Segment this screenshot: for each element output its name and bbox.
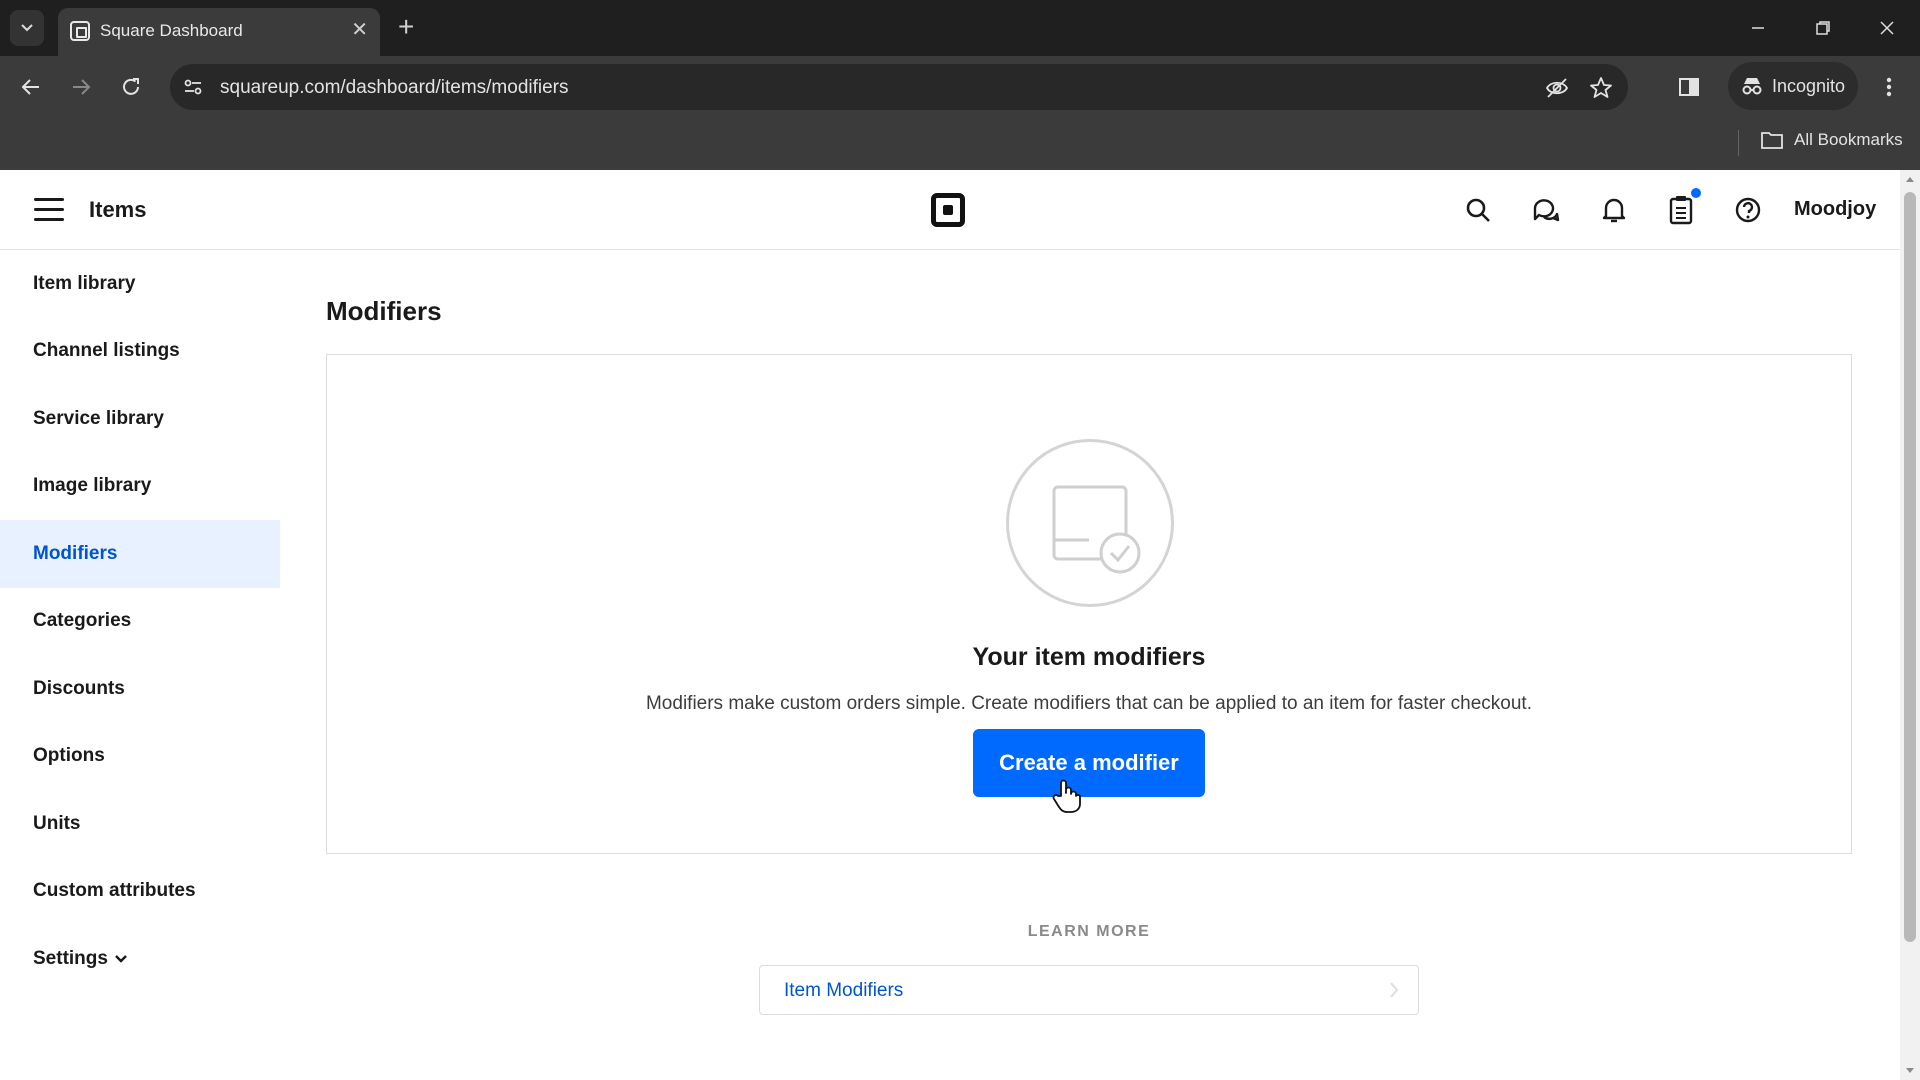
all-bookmarks-label: All Bookmarks <box>1794 130 1903 149</box>
site-settings-icon[interactable] <box>182 76 204 103</box>
empty-state-card: Your item modifiers Modifiers make custo… <box>326 354 1852 854</box>
help-icon[interactable] <box>1732 194 1764 226</box>
back-button[interactable] <box>14 70 48 104</box>
chevron-down-icon <box>21 24 33 32</box>
notification-dot <box>1691 188 1701 198</box>
restore-button[interactable] <box>1800 10 1846 46</box>
clipboard-icon[interactable] <box>1665 188 1701 226</box>
sidebar-item-categories[interactable]: Categories <box>0 588 280 656</box>
scroll-up-icon[interactable] <box>1905 175 1915 183</box>
tab-title: Square Dashboard <box>100 21 243 40</box>
arrow-right-icon <box>73 79 91 95</box>
settings-label: Settings <box>33 947 108 969</box>
sidebar-item-options[interactable]: Options <box>0 723 280 791</box>
sidebar-item-modifiers[interactable]: Modifiers <box>0 520 280 588</box>
square-favicon-icon <box>70 21 90 41</box>
app-header: Items Moodjoy <box>0 170 1900 250</box>
page-title: Modifiers <box>326 296 442 326</box>
incognito-indicator[interactable]: Incognito <box>1728 62 1858 110</box>
chevron-right-icon <box>1390 982 1399 998</box>
browser-tab[interactable]: Square Dashboard ✕ <box>58 8 380 56</box>
sidebar: Item library Channel listings Service li… <box>0 250 280 993</box>
side-panel-button[interactable] <box>1672 70 1706 104</box>
create-modifier-button[interactable]: Create a modifier <box>973 729 1205 797</box>
hand-cursor-icon <box>1052 779 1081 813</box>
restore-icon <box>1816 21 1830 35</box>
minimize-button[interactable] <box>1735 10 1781 46</box>
arrow-left-icon <box>21 79 39 95</box>
bookmarks-divider <box>1738 130 1739 156</box>
minimize-icon <box>1752 27 1764 29</box>
sidebar-item-custom-attributes[interactable]: Custom attributes <box>0 858 280 926</box>
incognito-icon <box>1742 78 1762 95</box>
learn-more-link-item-modifiers[interactable]: Item Modifiers <box>759 965 1419 1015</box>
empty-state-description: Modifiers make custom orders simple. Cre… <box>645 693 1532 714</box>
browser-tab-bar: Square Dashboard ✕ + <box>0 0 1920 56</box>
scroll-down-icon[interactable] <box>1905 1067 1915 1075</box>
square-logo-icon[interactable] <box>931 193 965 227</box>
sidebar-item-discounts[interactable]: Discounts <box>0 655 280 723</box>
page-scrollbar[interactable] <box>1900 170 1920 1080</box>
learn-more-label: LEARN MORE <box>1027 923 1151 940</box>
tab-search-button[interactable] <box>10 10 44 46</box>
eye-off-icon[interactable] <box>1544 75 1570 101</box>
sidebar-item-channel-listings[interactable]: Channel listings <box>0 318 280 386</box>
browser-menu-button[interactable] <box>1872 70 1906 104</box>
page-section-title: Items <box>89 197 147 222</box>
search-icon[interactable] <box>1462 194 1494 226</box>
new-tab-icon[interactable]: + <box>398 12 414 42</box>
url-text[interactable]: squareup.com/dashboard/items/modifiers <box>220 77 569 99</box>
bookmark-star-icon[interactable] <box>1588 75 1614 101</box>
more-vertical-icon <box>1886 77 1892 97</box>
empty-state-heading: Your item modifiers <box>972 643 1206 671</box>
browser-toolbar: squareup.com/dashboard/items/modifiers I… <box>0 56 1920 118</box>
sidebar-item-service-library[interactable]: Service library <box>0 385 280 453</box>
learn-link-label[interactable]: Item Modifiers <box>784 980 903 1002</box>
address-bar[interactable]: squareup.com/dashboard/items/modifiers <box>170 64 1628 110</box>
folder-icon <box>1761 132 1783 149</box>
side-panel-icon <box>1679 78 1699 96</box>
all-bookmarks-button[interactable]: All Bookmarks <box>1760 130 1903 150</box>
reload-icon <box>123 78 139 95</box>
sidebar-item-item-library[interactable]: Item library <box>0 250 280 318</box>
messages-icon[interactable] <box>1530 194 1562 226</box>
bell-icon[interactable] <box>1598 194 1630 226</box>
close-icon <box>1880 21 1894 35</box>
modifier-list-icon <box>1052 485 1141 574</box>
sidebar-item-units[interactable]: Units <box>0 790 280 858</box>
account-menu[interactable]: Moodjoy <box>1794 198 1876 221</box>
sidebar-item-image-library[interactable]: Image library <box>0 453 280 521</box>
close-window-button[interactable] <box>1864 10 1910 46</box>
forward-button[interactable] <box>64 70 98 104</box>
scrollbar-thumb[interactable] <box>1904 192 1916 942</box>
modifiers-illustration <box>1006 439 1174 607</box>
incognito-label: Incognito <box>1772 75 1846 96</box>
bookmarks-bar: All Bookmarks <box>0 118 1920 170</box>
chevron-down-icon <box>115 954 127 963</box>
close-tab-icon[interactable]: ✕ <box>351 18 368 42</box>
reload-button[interactable] <box>114 70 148 104</box>
menu-icon[interactable] <box>34 198 64 222</box>
